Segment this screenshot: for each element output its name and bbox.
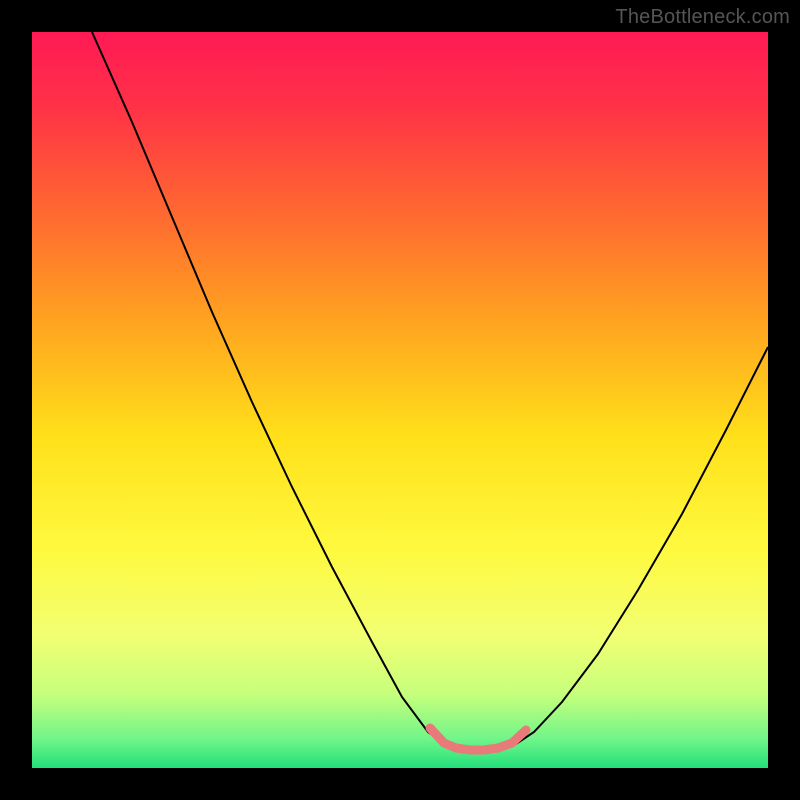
watermark-label: TheBottleneck.com: [615, 6, 790, 29]
curve-overlay: [32, 32, 768, 768]
chart-frame: TheBottleneck.com: [0, 0, 800, 800]
plot-area: [32, 32, 768, 768]
left-curve: [92, 32, 446, 745]
bottleneck-marker: [430, 728, 526, 750]
right-curve: [516, 347, 768, 744]
